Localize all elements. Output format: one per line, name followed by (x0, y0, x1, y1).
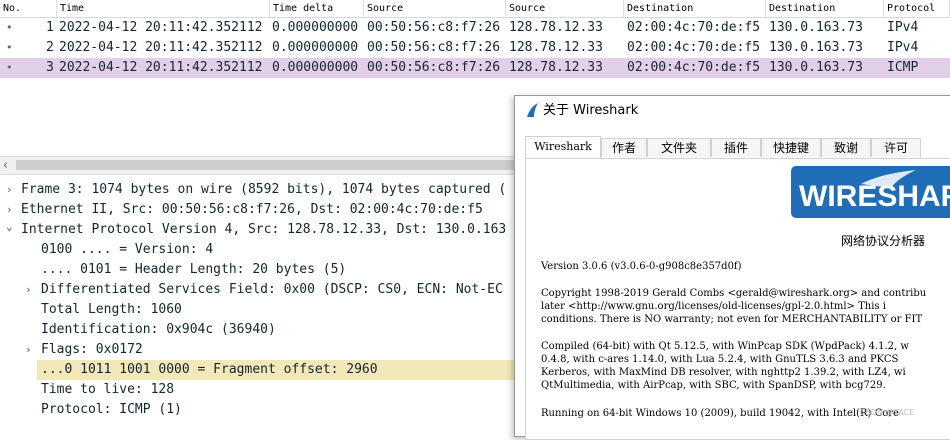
tab-acknowledgements[interactable]: 致谢 (821, 138, 871, 157)
compiled-line: 0.4.8, with c-ares 1.14.0, with Lua 5.2.… (541, 354, 899, 365)
column-header-no[interactable]: No. (0, 0, 57, 17)
packet-source-ip: 128.78.12.33 (509, 60, 603, 75)
running-line: Running on 64-bit Windows 10 (2009), bui… (541, 408, 899, 419)
packet-protocol: IPv4 (887, 40, 919, 55)
packet-source-mac: 00:50:56:c8:f7:26 (367, 20, 501, 35)
packet-source-ip: 128.78.12.33 (509, 20, 603, 35)
packet-no: 3 (46, 60, 54, 75)
packet-source-mac: 00:50:56:c8:f7:26 (367, 60, 501, 75)
bullet-icon: • (6, 61, 13, 74)
detail-text: Frame 3: 1074 bytes on wire (8592 bits),… (21, 182, 507, 197)
detail-text: Ethernet II, Src: 00:50:56:c8:f7:26, Dst… (21, 202, 483, 217)
packet-time: 2022-04-12 20:11:42.352112 (59, 40, 263, 55)
column-header-destination-ip[interactable]: Destination (766, 0, 884, 17)
packet-delta: 0.000000000 (272, 60, 359, 75)
logo-subtitle: 网络协议分析器 (841, 234, 926, 248)
detail-text: Differentiated Services Field: 0x00 (DSC… (41, 282, 503, 297)
wireshark-fin-icon (525, 102, 539, 122)
column-header-time-delta[interactable]: Time delta (270, 0, 364, 17)
packet-row[interactable]: • 1 2022-04-12 20:11:42.352112 0.0000000… (0, 18, 950, 38)
copyright-line: conditions. There is NO warranty; not ev… (541, 314, 923, 325)
detail-text: ...0 1011 1001 0000 = Fragment offset: 2… (41, 362, 378, 377)
packet-destination-ip: 130.0.163.73 (769, 40, 863, 55)
column-header-destination-mac[interactable]: Destination (624, 0, 766, 17)
detail-text: Time to live: 128 (41, 382, 175, 397)
detail-text: Identification: 0x904c (36940) (41, 322, 276, 337)
detail-fragment-offset[interactable]: ...0 1011 1001 0000 = Fragment offset: 2… (37, 360, 577, 380)
copyright-line: Copyright 1998-2019 Gerald Combs <gerald… (541, 288, 927, 299)
packet-delta: 0.000000000 (272, 40, 359, 55)
tab-shortcuts[interactable]: 快捷键 (761, 138, 821, 157)
detail-text: Flags: 0x0172 (41, 342, 143, 357)
compiled-line: Compiled (64-bit) with Qt 5.12.5, with W… (541, 341, 909, 352)
packet-protocol: IPv4 (887, 20, 919, 35)
scrollbar-thumb[interactable] (16, 160, 576, 170)
detail-text: .... 0101 = Header Length: 20 bytes (5) (41, 262, 347, 277)
chevron-down-icon[interactable]: ⌄ (6, 217, 13, 237)
chevron-right-icon[interactable]: › (25, 280, 32, 300)
detail-text: Internet Protocol Version 4, Src: 128.78… (21, 222, 507, 237)
packet-row-selected[interactable]: • 3 2022-04-12 20:11:42.352112 0.0000000… (0, 58, 950, 78)
tab-plugins[interactable]: 插件 (711, 138, 761, 157)
packet-destination-mac: 02:00:4c:70:de:f5 (627, 20, 761, 35)
packet-destination-ip: 130.0.163.73 (769, 20, 863, 35)
chevron-right-icon[interactable]: › (25, 340, 32, 360)
logo-text: WIRESHARK (799, 180, 950, 213)
column-header-source-ip[interactable]: Source (506, 0, 624, 17)
copyright-line: later <http://www.gnu.org/licenses/old-l… (541, 301, 886, 312)
compiled-line: Kerberos, with MaxMind DB resolver, with… (541, 367, 906, 378)
column-header-time[interactable]: Time (57, 0, 270, 17)
detail-text: Total Length: 1060 (41, 302, 182, 317)
bullet-icon: • (6, 41, 13, 54)
tab-license[interactable]: 许可 (871, 138, 921, 157)
scroll-left-icon[interactable]: ‹ (3, 157, 8, 173)
packet-protocol: ICMP (887, 60, 919, 75)
bullet-icon: • (6, 21, 13, 34)
packet-no: 2 (46, 40, 54, 55)
packet-delta: 0.000000000 (272, 20, 359, 35)
dialog-title: 关于 Wireshark (543, 103, 639, 118)
dialog-titlebar[interactable]: 关于 Wireshark (515, 96, 950, 126)
packet-source-ip: 128.78.12.33 (509, 40, 603, 55)
column-header-protocol[interactable]: Protocol (884, 0, 950, 17)
packet-row[interactable]: • 2 2022-04-12 20:11:42.352112 0.0000000… (0, 38, 950, 58)
detail-text: Protocol: ICMP (1) (41, 402, 182, 417)
packet-time: 2022-04-12 20:11:42.352112 (59, 20, 263, 35)
packet-destination-mac: 02:00:4c:70:de:f5 (627, 60, 761, 75)
tab-authors[interactable]: 作者 (601, 138, 647, 157)
tab-folders[interactable]: 文件夹 (647, 138, 711, 157)
wireshark-logo: WIRESHARK (791, 166, 950, 218)
about-dialog: 关于 Wireshark Wireshark 作者 文件夹 插件 快捷键 致谢 … (514, 95, 950, 440)
chevron-right-icon[interactable]: › (6, 180, 13, 200)
watermark: CSDN @7ACE (860, 408, 915, 417)
detail-text: 0100 .... = Version: 4 (41, 242, 214, 257)
packet-destination-ip: 130.0.163.73 (769, 60, 863, 75)
packet-source-mac: 00:50:56:c8:f7:26 (367, 40, 501, 55)
packet-no: 1 (46, 20, 54, 35)
packet-list-header: No. Time Time delta Source Source Destin… (0, 0, 950, 18)
compiled-line: QtMultimedia, with AirPcap, with SBC, wi… (541, 380, 886, 391)
tab-wireshark[interactable]: Wireshark (525, 136, 601, 158)
version-text: Version 3.0.6 (v3.0.6-0-g908c8e357d0f) (541, 261, 742, 272)
column-header-source-mac[interactable]: Source (364, 0, 506, 17)
packet-time: 2022-04-12 20:11:42.352112 (59, 60, 263, 75)
packet-destination-mac: 02:00:4c:70:de:f5 (627, 40, 761, 55)
